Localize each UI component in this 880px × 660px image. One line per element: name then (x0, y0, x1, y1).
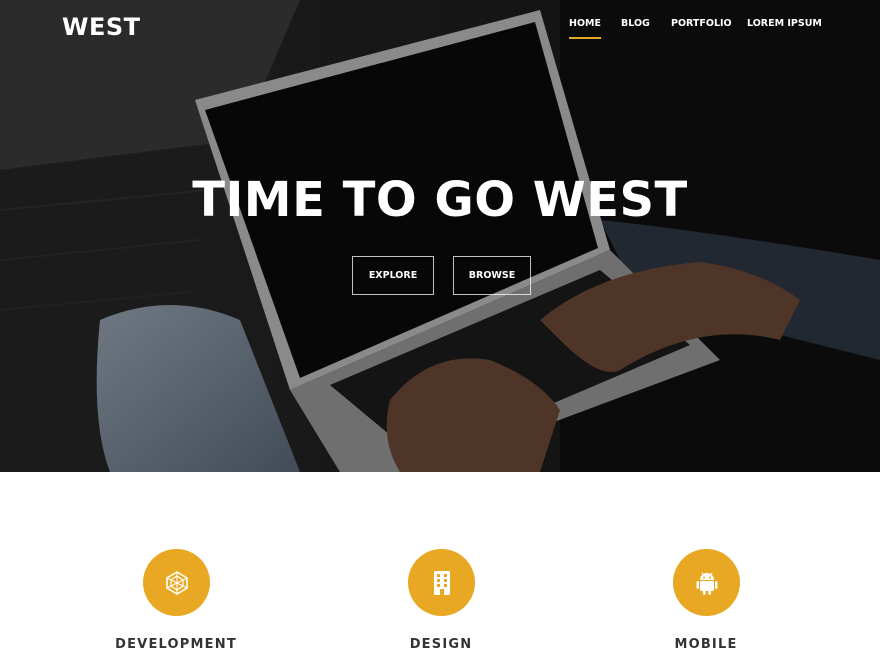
nav-home[interactable]: HOME (569, 18, 601, 39)
feature-label-development: DEVELOPMENT (115, 637, 237, 652)
android-icon (673, 549, 740, 616)
hero-section: WEST HOME BLOG PORTFOLIO LOREM IPSUM TIM… (0, 0, 880, 472)
building-icon (408, 549, 475, 616)
nav-lorem-ipsum[interactable]: LOREM IPSUM (747, 18, 822, 29)
geodesic-icon (143, 549, 210, 616)
feature-label-design: DESIGN (409, 637, 473, 652)
main-nav: HOME BLOG PORTFOLIO LOREM IPSUM (0, 18, 880, 42)
hero-title: TIME TO GO WEST (192, 172, 688, 228)
nav-portfolio[interactable]: PORTFOLIO (671, 18, 732, 29)
hero-overlay (0, 0, 880, 472)
feature-label-mobile: MOBILE (674, 637, 738, 652)
browse-button[interactable]: BROWSE (453, 256, 531, 295)
nav-blog[interactable]: BLOG (621, 18, 650, 29)
explore-button[interactable]: EXPLORE (352, 256, 434, 295)
